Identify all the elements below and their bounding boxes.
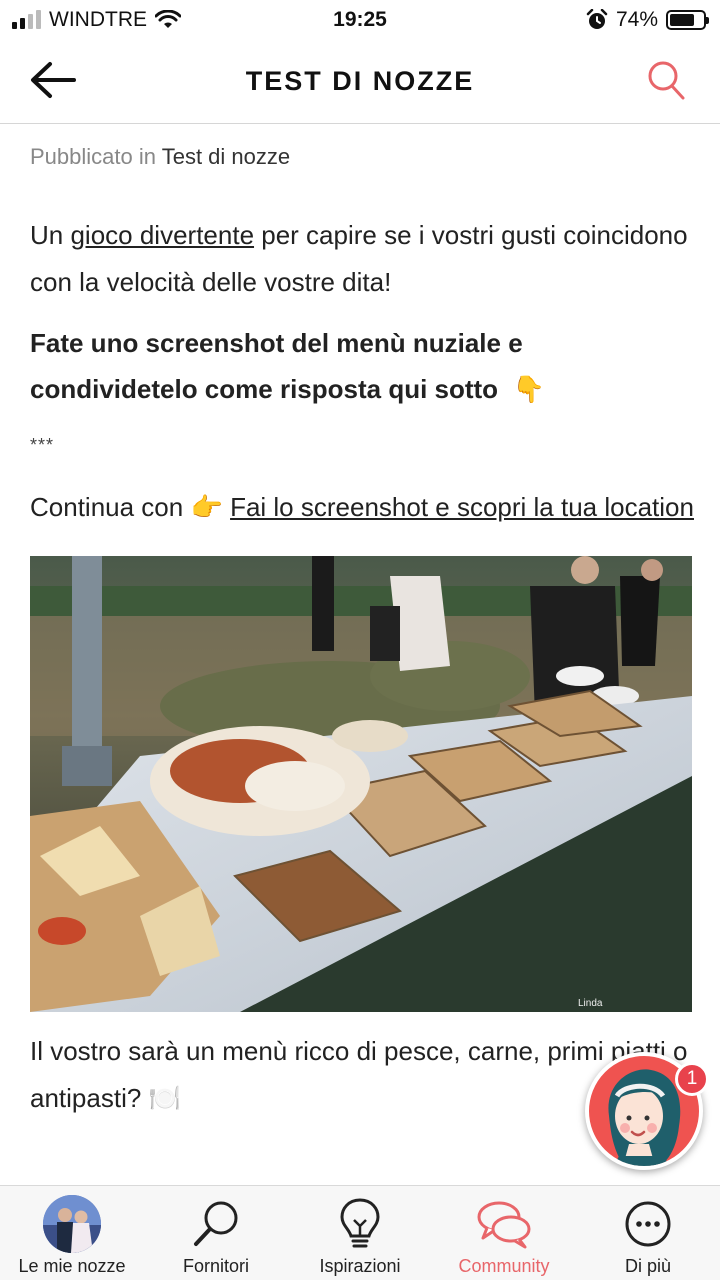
published-in: Pubblicato in Test di nozze	[30, 144, 695, 170]
magnifier-icon	[186, 1194, 246, 1254]
bottom-navigation: Le mie nozze Fornitori Ispirazioni Commu…	[0, 1185, 720, 1280]
published-prefix: Pubblicato in	[30, 144, 156, 169]
continue-paragraph: Continua con 👉 Fai lo screenshot e scopr…	[30, 484, 695, 532]
intro-text-pre: Un	[30, 220, 71, 250]
lightbulb-icon	[330, 1194, 390, 1254]
instruction-paragraph: Fate uno screenshot del menù nuziale e c…	[30, 320, 695, 414]
nav-item-ispirazioni[interactable]: Ispirazioni	[288, 1186, 432, 1280]
battery-percent: 74%	[615, 8, 658, 31]
search-button[interactable]	[646, 58, 686, 102]
nav-item-community[interactable]: Community	[432, 1186, 576, 1280]
continue-link[interactable]: Fai lo screenshot e scopri la tua locati…	[230, 492, 694, 522]
battery-icon	[666, 10, 709, 30]
chat-bubbles-icon	[474, 1194, 534, 1254]
continue-text: Continua con	[30, 492, 191, 523]
nav-label: Di più	[624, 1256, 672, 1276]
status-bar: WINDTRE 19:25 74%	[0, 0, 720, 40]
more-dots-icon	[618, 1194, 678, 1254]
buffet-photo[interactable]: Linda	[30, 555, 692, 1012]
intro-paragraph: Un gioco divertente per capire se i vost…	[30, 212, 695, 306]
nav-label: Le mie nozze	[18, 1256, 126, 1276]
pointing-down-emoji: 👇	[512, 374, 545, 405]
photo-watermark: Linda	[578, 998, 603, 1009]
nav-label: Ispirazioni	[319, 1256, 401, 1276]
intro-link[interactable]: gioco divertente	[70, 220, 254, 250]
plate-emoji: 🍽️	[148, 1083, 181, 1114]
published-category-link[interactable]: Test di nozze	[162, 144, 290, 169]
page-title: TEST DI NOZZE	[245, 66, 475, 96]
search-icon	[648, 61, 685, 100]
nav-item-fornitori[interactable]: Fornitori	[144, 1186, 288, 1280]
profile-photo-icon	[42, 1194, 102, 1254]
post-content: Pubblicato in Test di nozze Un gioco div…	[30, 124, 695, 1123]
instruction-text: Fate uno screenshot del menù nuziale e c…	[30, 327, 523, 404]
nav-label: Community	[458, 1256, 550, 1276]
pointing-right-emoji: 👉	[190, 493, 223, 524]
separator: ***	[30, 435, 55, 456]
app-header: TEST DI NOZZE	[0, 40, 720, 124]
nav-label: Fornitori	[182, 1256, 249, 1276]
nav-item-di-piu[interactable]: Di più	[576, 1186, 720, 1280]
notification-badge: 1	[675, 1062, 709, 1096]
alarm-icon	[586, 9, 608, 29]
buffet-photo-illustration: Linda	[30, 555, 692, 1012]
status-right: 74%	[586, 8, 709, 32]
nav-item-le-mie-nozze[interactable]: Le mie nozze	[0, 1186, 144, 1280]
